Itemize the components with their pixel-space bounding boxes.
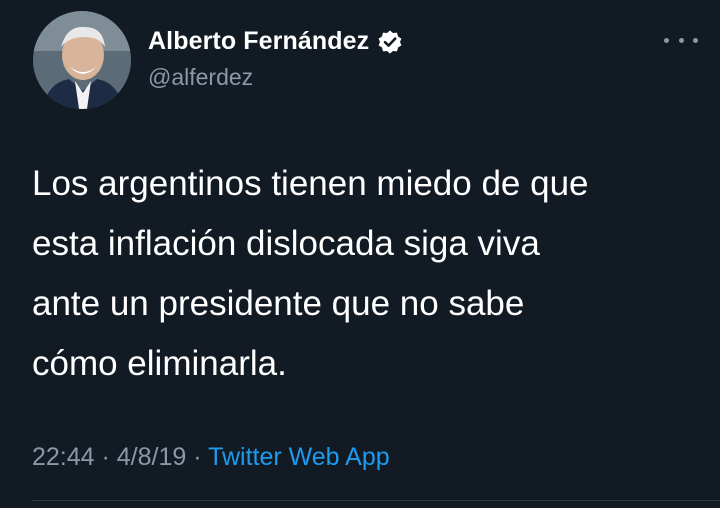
dot-icon	[664, 37, 669, 43]
tweet-meta: 22:44 · 4/8/19 · Twitter Web App	[32, 443, 390, 472]
avatar[interactable]	[33, 11, 131, 109]
tweet-time[interactable]: 22:44	[32, 443, 95, 471]
author-display-name[interactable]: Alberto Fernández	[148, 27, 369, 56]
dot-icon	[678, 37, 684, 43]
tweet-text: Los argentinos tienen miedo de que esta …	[32, 154, 702, 394]
more-horizontal-icon[interactable]	[664, 30, 698, 50]
profile-photo-icon	[33, 11, 131, 109]
tweet-date[interactable]: 4/8/19	[117, 443, 187, 471]
meta-separator: ·	[94, 443, 117, 471]
verified-badge-icon	[377, 29, 403, 55]
tweet-text-line: ante un presidente que no sabe	[32, 284, 525, 323]
tweet-text-line: esta inflación dislocada siga viva	[32, 224, 540, 263]
author-name-row: Alberto Fernández	[148, 27, 403, 56]
author-handle[interactable]: @alferdez	[148, 64, 253, 91]
dot-icon	[693, 37, 698, 43]
meta-separator: ·	[186, 443, 209, 471]
tweet-source-link[interactable]: Twitter Web App	[208, 443, 390, 471]
tweet-text-line: Los argentinos tienen miedo de que	[32, 164, 589, 203]
tweet-card: Alberto Fernández @alferdez Los argentin…	[0, 0, 720, 508]
tweet-text-line: cómo eliminarla.	[32, 344, 287, 383]
divider	[32, 500, 720, 501]
